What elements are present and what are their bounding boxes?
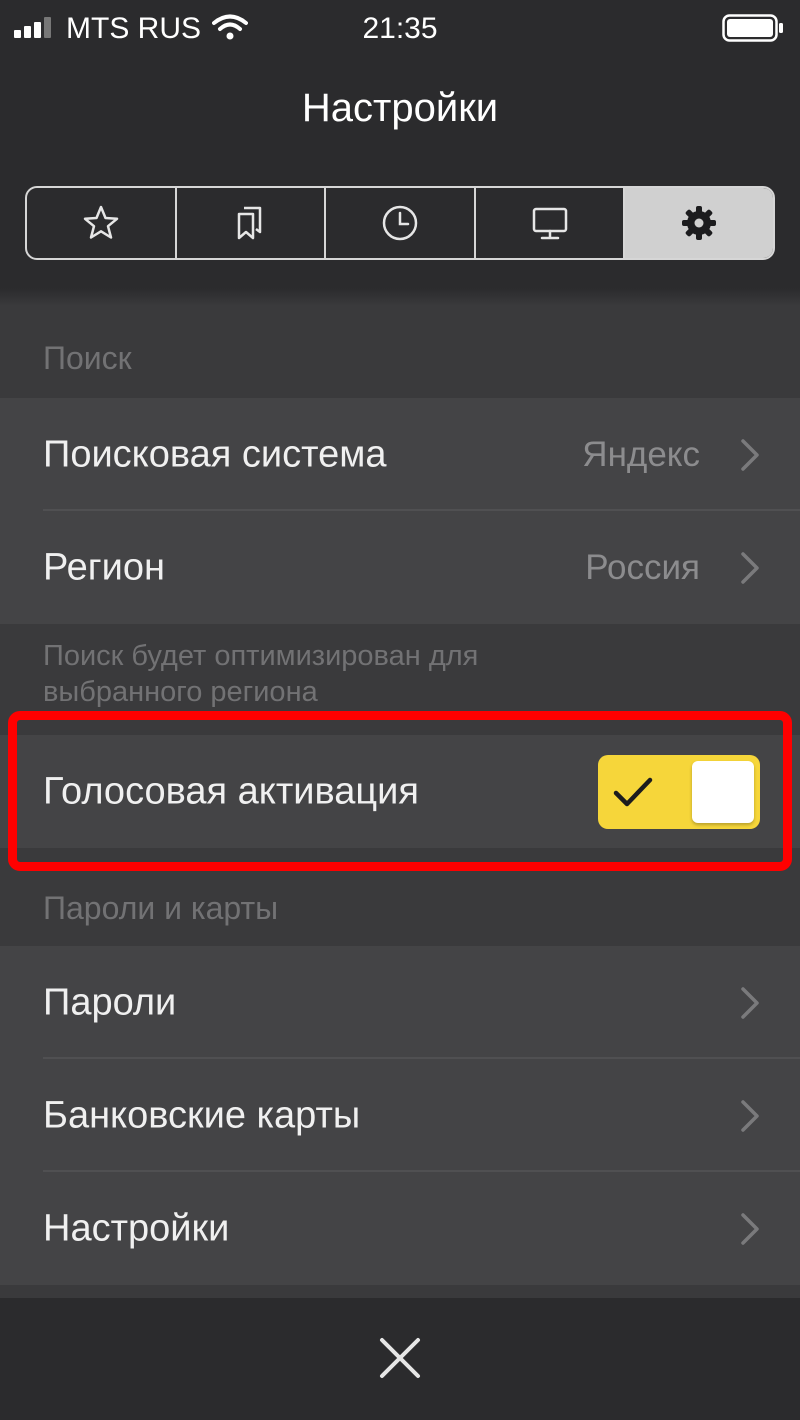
chevron-right-icon [741, 438, 759, 471]
region-label: Регион [43, 546, 166, 588]
section-header-search: Поиск [43, 340, 132, 376]
tab-history[interactable] [326, 188, 476, 258]
region-footnote: Поиск будет оптимизирован для выбранного… [43, 640, 479, 708]
region-value: Россия [585, 547, 700, 587]
search-engine-label: Поисковая система [43, 433, 387, 475]
passwords-settings-group: Пароли Банковские карты Настройки [0, 946, 800, 1285]
tab-devices[interactable] [476, 188, 626, 258]
checkmark-icon [613, 777, 653, 807]
section-tabs [25, 186, 775, 260]
header-shadow [0, 288, 800, 306]
search-engine-row[interactable]: Поисковая система Яндекс [0, 398, 800, 511]
voice-activation-group: Голосовая активация [0, 735, 800, 848]
close-icon[interactable] [370, 1328, 430, 1388]
password-settings-label: Настройки [43, 1207, 230, 1249]
bookmarks-icon [238, 206, 262, 240]
voice-activation-row: Голосовая активация [0, 735, 800, 848]
tab-settings[interactable] [625, 188, 773, 258]
tab-favorites[interactable] [27, 188, 177, 258]
bank-cards-row[interactable]: Банковские карты [0, 1059, 800, 1172]
passwords-label: Пароли [43, 981, 177, 1023]
page-title: Настройки [301, 86, 499, 130]
star-icon [83, 205, 119, 239]
history-clock-icon [382, 205, 418, 241]
chevron-right-icon [741, 986, 759, 1019]
bottom-bar [0, 1298, 800, 1420]
nav-header: Настройки [0, 58, 800, 288]
passwords-row[interactable]: Пароли [0, 946, 800, 1059]
gear-icon [682, 206, 717, 240]
section-header-passwords: Пароли и карты [43, 890, 279, 926]
chevron-right-icon [741, 551, 759, 584]
clock-time: 21:35 [362, 12, 438, 45]
toggle-knob [692, 761, 754, 823]
chevron-right-icon [741, 1212, 759, 1245]
search-settings-group: Поисковая система Яндекс Регион Россия [0, 398, 800, 624]
bank-cards-label: Банковские карты [43, 1094, 361, 1136]
region-row[interactable]: Регион Россия [0, 511, 800, 624]
voice-activation-label: Голосовая активация [43, 770, 419, 812]
voice-activation-toggle[interactable] [598, 755, 760, 829]
chevron-right-icon [741, 1099, 759, 1132]
tab-bookmarks[interactable] [177, 188, 327, 258]
search-engine-value: Яндекс [582, 434, 700, 474]
password-settings-row[interactable]: Настройки [0, 1172, 800, 1285]
battery-icon [722, 14, 783, 42]
status-bar: MTS RUS 21:35 [0, 0, 800, 58]
monitor-icon [532, 207, 567, 240]
